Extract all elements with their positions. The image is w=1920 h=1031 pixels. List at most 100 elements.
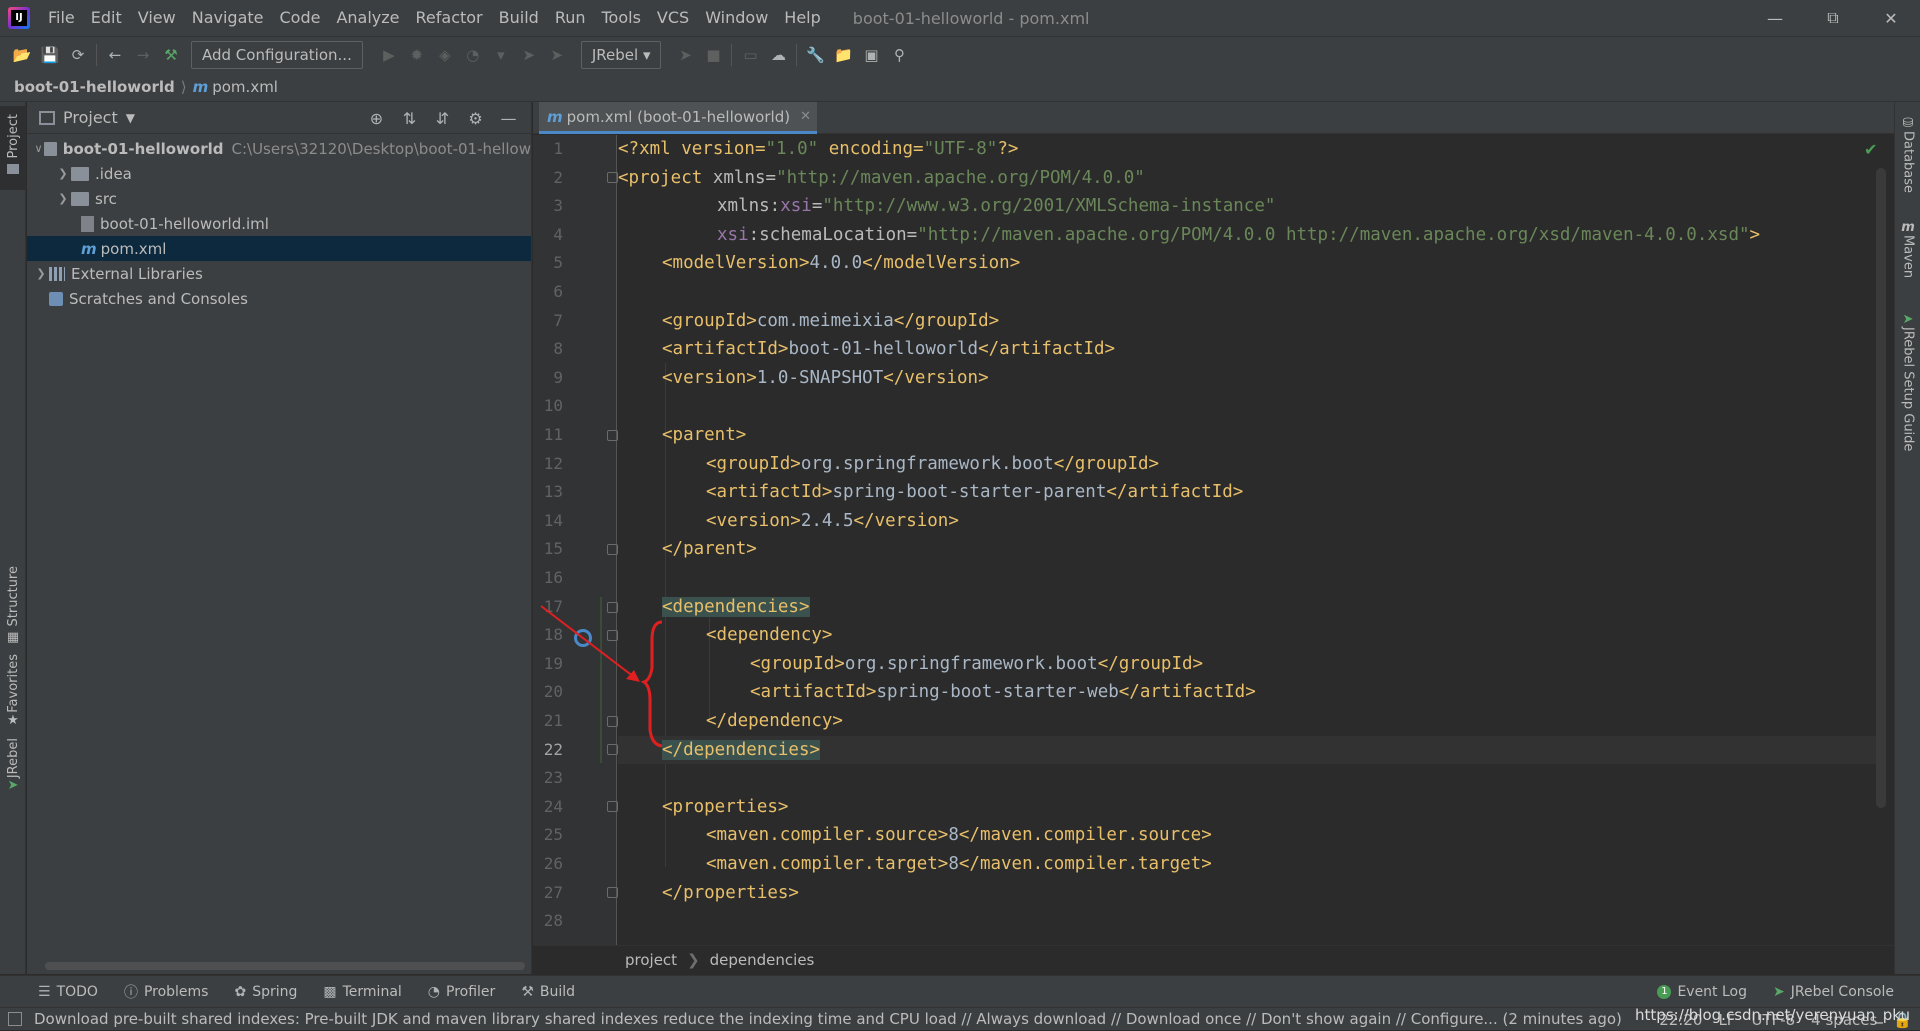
tool-build[interactable]: ⚒ Build [521,984,575,1000]
sync-icon[interactable]: ⟳ [64,41,92,69]
menu-vcs[interactable]: VCS [649,0,697,36]
jrebel-run-icon[interactable]: ➤ [515,41,543,69]
run-icon[interactable]: ▶ [375,41,403,69]
fold-icon[interactable] [607,716,618,727]
tree-item-project-root[interactable]: ∨ boot-01-helloworld C:\Users\32120\Desk… [27,136,531,161]
fold-icon[interactable] [607,544,618,555]
build-hammer-icon[interactable]: ⚒ [157,41,185,69]
tree-item-scratches[interactable]: Scratches and Consoles [27,286,531,311]
forward-arrow-icon[interactable]: → [129,41,157,69]
restore-icon[interactable]: ⧉ [1804,0,1862,36]
more-run-icon[interactable]: ▾ [487,41,515,69]
coverage-icon[interactable]: ◈ [431,41,459,69]
status-toggle-icon[interactable] [8,1012,22,1026]
menu-build[interactable]: Build [491,0,547,36]
menu-navigate[interactable]: Navigate [184,0,272,36]
tool-todo[interactable]: ☰ TODO [38,984,98,1000]
status-message[interactable]: Download pre-built shared indexes: Pre-b… [34,1010,1622,1028]
breadcrumb-file[interactable]: pom.xml [212,78,278,96]
tree-item-idea[interactable]: ❯ .idea [27,161,531,186]
menu-tools[interactable]: Tools [594,0,649,36]
tab-maven[interactable]: m Maven [1895,220,1920,290]
tab-favorites[interactable]: Favorites ★ [0,654,26,728]
fold-icon[interactable] [607,744,618,755]
tab-structure[interactable]: Structure ▦ [0,566,26,645]
tool-spring[interactable]: ✿ Spring [234,984,297,1000]
fold-icon[interactable] [607,172,618,183]
menu-window[interactable]: Window [697,0,776,36]
chevron-right-icon[interactable]: ❯ [55,192,71,205]
code-token: > [1749,224,1761,245]
chevron-down-icon[interactable]: ▼ [126,111,135,125]
tree-item-external-libraries[interactable]: ❯ External Libraries [27,261,531,286]
chevron-down-icon[interactable]: ∨ [33,142,44,155]
locate-file-icon[interactable]: ⊕ [360,104,393,132]
tool-terminal[interactable]: ▩ Terminal [323,984,401,1000]
device-icon[interactable]: ▭ [736,41,764,69]
project-structure-icon[interactable]: 📁 [829,41,857,69]
open-folder-icon[interactable]: 📂 [8,41,36,69]
tree-item-src[interactable]: ❯ src [27,186,531,211]
menu-refactor[interactable]: Refactor [408,0,491,36]
chevron-right-icon[interactable]: ❯ [33,267,49,280]
close-icon[interactable]: ✕ [800,109,811,124]
tab-project[interactable]: Project [0,106,26,190]
gear-icon[interactable]: ⚙ [459,104,492,132]
menu-analyze[interactable]: Analyze [328,0,407,36]
fold-icon[interactable] [607,801,618,812]
horizontal-scrollbar[interactable] [45,962,525,970]
hide-panel-icon[interactable]: — [492,104,525,132]
tab-database[interactable]: ⛁ Database [1895,116,1920,196]
collapse-all-icon[interactable]: ⇵ [426,104,459,132]
back-arrow-icon[interactable]: ← [101,41,129,69]
tab-jrebel-setup-guide[interactable]: ➤ JRebel Setup Guide [1895,312,1920,462]
breadcrumb-project-tag[interactable]: project [625,951,677,969]
fold-icon[interactable] [607,887,618,898]
expand-all-icon[interactable]: ⇅ [393,104,426,132]
tool-event-log[interactable]: 1 Event Log [1657,984,1747,1000]
vertical-scrollbar[interactable] [1876,168,1886,808]
line-number: 16 [543,568,563,587]
tool-problems[interactable]: ⓘ Problems [124,982,209,1002]
line-number: 18 [543,625,563,645]
inspection-ok-icon[interactable]: ✔ [1864,140,1877,159]
presentation-icon[interactable]: ▣ [857,41,885,69]
menu-help[interactable]: Help [776,0,828,36]
save-all-icon[interactable]: 💾 [36,41,64,69]
tool-profiler[interactable]: ◔ Profiler [428,984,496,1000]
menu-view[interactable]: View [130,0,184,36]
menu-code[interactable]: Code [272,0,329,36]
jrebel-debug-icon[interactable]: ➤ [543,41,571,69]
close-window-icon[interactable]: ✕ [1862,0,1920,36]
breadcrumb-project[interactable]: boot-01-helloworld [14,78,175,96]
menu-run[interactable]: Run [547,0,594,36]
search-icon[interactable]: ⚲ [885,41,913,69]
update-running-icon[interactable]: ➤ [671,41,699,69]
tool-jrebel-console[interactable]: ➤ JRebel Console [1773,984,1894,1000]
wrench-icon[interactable]: 🔧 [801,41,829,69]
cloud-icon[interactable]: ☁ [764,41,792,69]
profile-icon[interactable]: ◔ [459,41,487,69]
fold-icon[interactable] [607,602,618,613]
chevron-right-icon[interactable]: ❯ [55,167,71,180]
refresh-dependency-icon[interactable] [574,629,592,647]
line-number: 10 [543,396,563,416]
tree-item-iml[interactable]: boot-01-helloworld.iml [27,211,531,236]
vcs-change-marker [600,597,602,763]
code-editor[interactable]: <?xml version="1.0" encoding="UTF-8"?> <… [618,135,1876,945]
add-configuration-button[interactable]: Add Configuration... [191,40,363,69]
stop-icon[interactable]: ■ [699,41,727,69]
breadcrumb-dependencies-tag[interactable]: dependencies [710,951,815,969]
debug-icon[interactable]: ✹ [403,41,431,69]
jrebel-mode-select[interactable]: JRebel ▾ [580,40,662,69]
fold-icon[interactable] [607,630,618,641]
tab-jrebel[interactable]: JRebel ➤ [0,738,26,800]
menu-edit[interactable]: Edit [83,0,130,36]
tab-pom-xml[interactable]: m pom.xml (boot-01-helloworld) ✕ [539,102,817,134]
fold-icon[interactable] [607,430,618,441]
tree-item-pom[interactable]: m pom.xml [27,236,531,261]
code-line: <parent> [618,421,1876,449]
project-panel-title[interactable]: Project [63,108,118,127]
menu-file[interactable]: File [40,0,83,36]
minimize-icon[interactable]: — [1746,0,1804,36]
